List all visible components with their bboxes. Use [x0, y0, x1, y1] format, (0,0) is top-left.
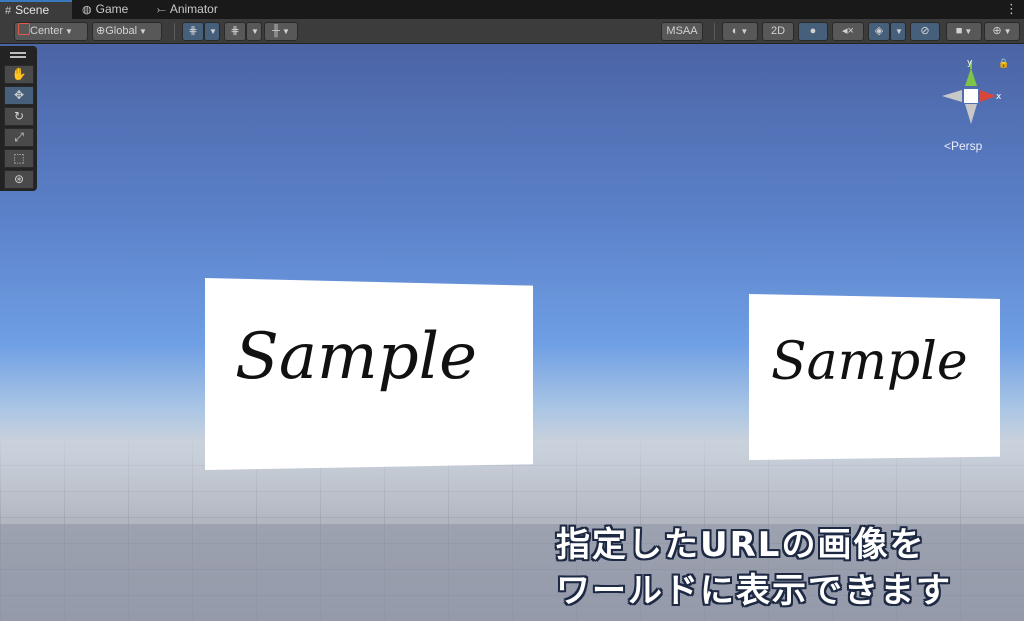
gizmo-center — [964, 89, 978, 103]
gizmo-y-label: y — [967, 58, 973, 68]
orientation-gizmo[interactable]: y x — [936, 56, 1006, 126]
audio-mute-icon: ◂× — [842, 25, 854, 37]
grid-icon: # — [5, 5, 12, 17]
tab-game-label: Game — [95, 2, 129, 16]
camera-icon: ■ — [955, 25, 963, 37]
draw-mode-dropdown[interactable]: ◐ ▼ — [722, 22, 758, 41]
board-left-text: Sample — [235, 320, 477, 394]
tools-overlay: ✋ ✥ ↻ ⤢ ⬚ ⊛ — [0, 46, 37, 191]
globe-icon: ⊕ — [96, 25, 106, 37]
lighting-toggle[interactable]: ● — [798, 22, 828, 41]
scene-viewport[interactable]: Sample Sample 指定したURLの画像を ワールドに表示できます — [0, 44, 1024, 621]
rotate-icon: ↻ — [13, 109, 25, 123]
eye-hidden-icon: ⊘ — [920, 25, 930, 37]
transform-icon: ⊛ — [13, 172, 25, 186]
msaa-label: MSAA — [666, 25, 698, 37]
2d-label: 2D — [770, 25, 786, 37]
gizmos-icon: ⊕ — [992, 25, 1002, 37]
lightbulb-icon: ● — [809, 25, 817, 37]
image-board-left[interactable]: Sample — [205, 278, 533, 470]
grid-snap-dropdown[interactable]: ▼ — [204, 22, 220, 41]
gizmo-y-axis — [965, 68, 977, 86]
space-label: Global — [105, 25, 138, 37]
scene-visibility-toggle[interactable]: ⊘ — [910, 22, 940, 41]
camera-dropdown[interactable]: ■ ▼ — [946, 22, 982, 41]
rect-tool[interactable]: ⬚ — [4, 149, 34, 168]
animator-icon: ⤚ — [157, 4, 166, 16]
move-tool[interactable]: ✥ — [4, 86, 34, 105]
chevron-down-icon: ▼ — [281, 27, 290, 36]
scale-icon: ⤢ — [14, 130, 24, 144]
layers-icon: ◈ — [874, 25, 884, 37]
chevron-down-icon: ▼ — [65, 27, 73, 36]
gizmos-dropdown[interactable]: ⊕ ▼ — [984, 22, 1020, 41]
gizmo-x-label: x — [996, 92, 1002, 102]
transform-tool[interactable]: ⊛ — [4, 170, 34, 189]
tab-animator[interactable]: ⤚ Animator — [157, 0, 237, 19]
toolbar-divider — [174, 23, 175, 40]
caption-line-2: ワールドに表示できます — [556, 571, 952, 611]
effects-button[interactable]: ◈ — [868, 22, 890, 41]
increment-snap-icon: ⋕ — [230, 25, 240, 37]
increment-snap-dropdown[interactable]: ▼ — [246, 22, 262, 41]
caption-line-1: 指定したURLの画像を — [556, 525, 926, 565]
gizmo-neg-y-axis — [965, 104, 977, 124]
chevron-down-icon: ▼ — [209, 27, 217, 36]
ruler-icon: ╫ — [272, 25, 280, 37]
toolbar-divider — [714, 23, 715, 40]
space-dropdown[interactable]: ⊕Global ▼ — [92, 22, 162, 41]
scale-tool[interactable]: ⤢ — [4, 128, 34, 147]
chevron-down-icon: ▼ — [895, 27, 903, 36]
grid-snap-button[interactable]: ⋕ — [182, 22, 204, 41]
chevron-down-icon: ▼ — [251, 27, 259, 36]
2d-toggle[interactable]: 2D — [762, 22, 794, 41]
tab-scene[interactable]: # Scene — [0, 0, 72, 19]
move-icon: ✥ — [13, 88, 25, 102]
chevron-down-icon: ▼ — [1003, 27, 1012, 36]
tab-game[interactable]: ◍ Game — [82, 0, 144, 19]
pivot-icon — [18, 23, 30, 35]
tab-scene-label: Scene — [15, 3, 50, 17]
msaa-button[interactable]: MSAA — [661, 22, 703, 41]
chevron-down-icon: ▼ — [740, 27, 749, 36]
hand-tool[interactable]: ✋ — [4, 65, 34, 84]
chevron-down-icon: ▼ — [139, 27, 147, 36]
chevron-down-icon: ▼ — [964, 27, 973, 36]
projection-label[interactable]: <Persp — [944, 139, 982, 153]
gizmo-x-axis — [980, 90, 996, 102]
tab-animator-label: Animator — [169, 2, 218, 16]
hand-icon: ✋ — [11, 67, 27, 81]
increment-snap-button[interactable]: ⋕ — [224, 22, 246, 41]
pivot-dropdown[interactable]: Center ▼ — [14, 22, 88, 41]
rotate-tool[interactable]: ↻ — [4, 107, 34, 126]
shading-icon: ◐ — [731, 25, 739, 37]
gizmo-neg-x-axis — [942, 90, 962, 102]
effects-dropdown[interactable]: ▼ — [890, 22, 906, 41]
grid-snap-icon: ⋕ — [188, 25, 198, 37]
gamepad-icon: ◍ — [82, 4, 92, 16]
more-options-icon[interactable]: ⋮ — [1005, 0, 1018, 19]
board-right-text: Sample — [771, 332, 968, 392]
ruler-dropdown[interactable]: ╫ ▼ — [264, 22, 298, 41]
scene-toolbar: Center ▼ ⊕Global ▼ ⋕ ▼ ⋕ ▼ ╫ ▼ MSAA ◐ ▼ 2D ●… — [0, 19, 1024, 44]
pivot-label: Center — [30, 25, 64, 37]
overlay-grip-icon[interactable] — [10, 52, 26, 58]
rect-transform-icon: ⬚ — [13, 151, 25, 165]
image-board-right[interactable]: Sample — [749, 294, 1000, 460]
audio-toggle[interactable]: ◂× — [832, 22, 864, 41]
editor-tab-bar: # Scene ◍ Game ⤚ Animator ⋮ — [0, 0, 1024, 19]
